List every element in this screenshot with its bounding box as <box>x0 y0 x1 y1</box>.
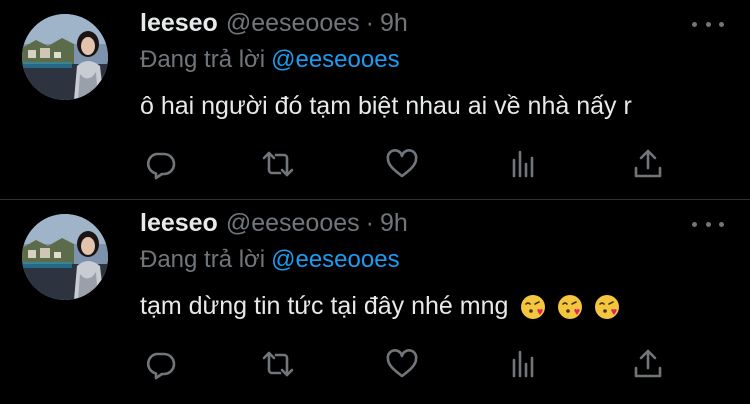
tweet-1[interactable]: leeseo @eeseooes · 9h Đang trả lời @eeseo… <box>0 0 750 199</box>
more-options-icon[interactable] <box>692 216 724 232</box>
like-icon[interactable] <box>384 146 420 182</box>
replying-to: Đang trả lời @eeseooes <box>140 46 400 74</box>
analytics-icon[interactable] <box>506 346 542 382</box>
dot <box>705 221 711 227</box>
display-name[interactable]: leeseo <box>140 209 218 238</box>
tweet-header: leeseo @eeseooes · 9h <box>140 209 408 241</box>
face-blowing-kiss-icon <box>558 294 583 319</box>
reply-icon[interactable] <box>142 146 178 182</box>
tweet-2[interactable]: leeseo @eeseooes · 9h Đang trả lời @eeseo… <box>0 200 750 404</box>
display-name[interactable]: leeseo <box>140 9 218 38</box>
user-handle[interactable]: @eeseooes <box>226 209 360 238</box>
dot <box>719 221 724 227</box>
dot <box>692 21 697 27</box>
tweet-actions <box>140 146 662 182</box>
replying-to-label: Đang trả lời <box>140 46 266 73</box>
analytics-icon[interactable] <box>506 146 542 182</box>
tweet-text: tạm dừng tin tức tại đây nhé mng <box>140 292 620 321</box>
retweet-icon[interactable] <box>260 146 296 182</box>
user-handle[interactable]: @eeseooes <box>226 9 360 38</box>
replying-to: Đang trả lời @eeseooes <box>140 246 400 274</box>
separator-dot: · <box>365 209 374 237</box>
avatar[interactable] <box>22 14 108 100</box>
tweet-actions <box>140 346 662 382</box>
separator-dot: · <box>365 9 374 37</box>
dot <box>719 21 724 27</box>
replying-to-handle[interactable]: @eeseooes <box>271 246 399 273</box>
avatar-photo <box>22 14 108 100</box>
replying-to-label: Đang trả lời <box>140 246 266 273</box>
tweet-text: ô hai người đó tạm biệt nhau ai về nhà n… <box>140 92 632 121</box>
tweet-header: leeseo @eeseooes · 9h <box>140 9 408 41</box>
timestamp[interactable]: 9h <box>380 9 408 38</box>
replying-to-handle[interactable]: @eeseooes <box>271 46 399 73</box>
timestamp[interactable]: 9h <box>380 209 408 238</box>
more-options-icon[interactable] <box>692 16 724 32</box>
retweet-icon[interactable] <box>260 346 296 382</box>
tweet-text-content: tạm dừng tin tức tại đây nhé mng <box>140 292 509 320</box>
avatar-photo <box>22 214 108 300</box>
dot <box>692 221 697 227</box>
like-icon[interactable] <box>384 346 420 382</box>
face-blowing-kiss-icon <box>521 294 546 319</box>
reply-icon[interactable] <box>142 346 178 382</box>
tweet-text-content: ô hai người đó tạm biệt nhau ai về nhà n… <box>140 92 632 120</box>
share-icon[interactable] <box>630 146 666 182</box>
avatar[interactable] <box>22 214 108 300</box>
dot <box>705 21 711 27</box>
share-icon[interactable] <box>630 346 666 382</box>
face-blowing-kiss-icon <box>595 294 620 319</box>
